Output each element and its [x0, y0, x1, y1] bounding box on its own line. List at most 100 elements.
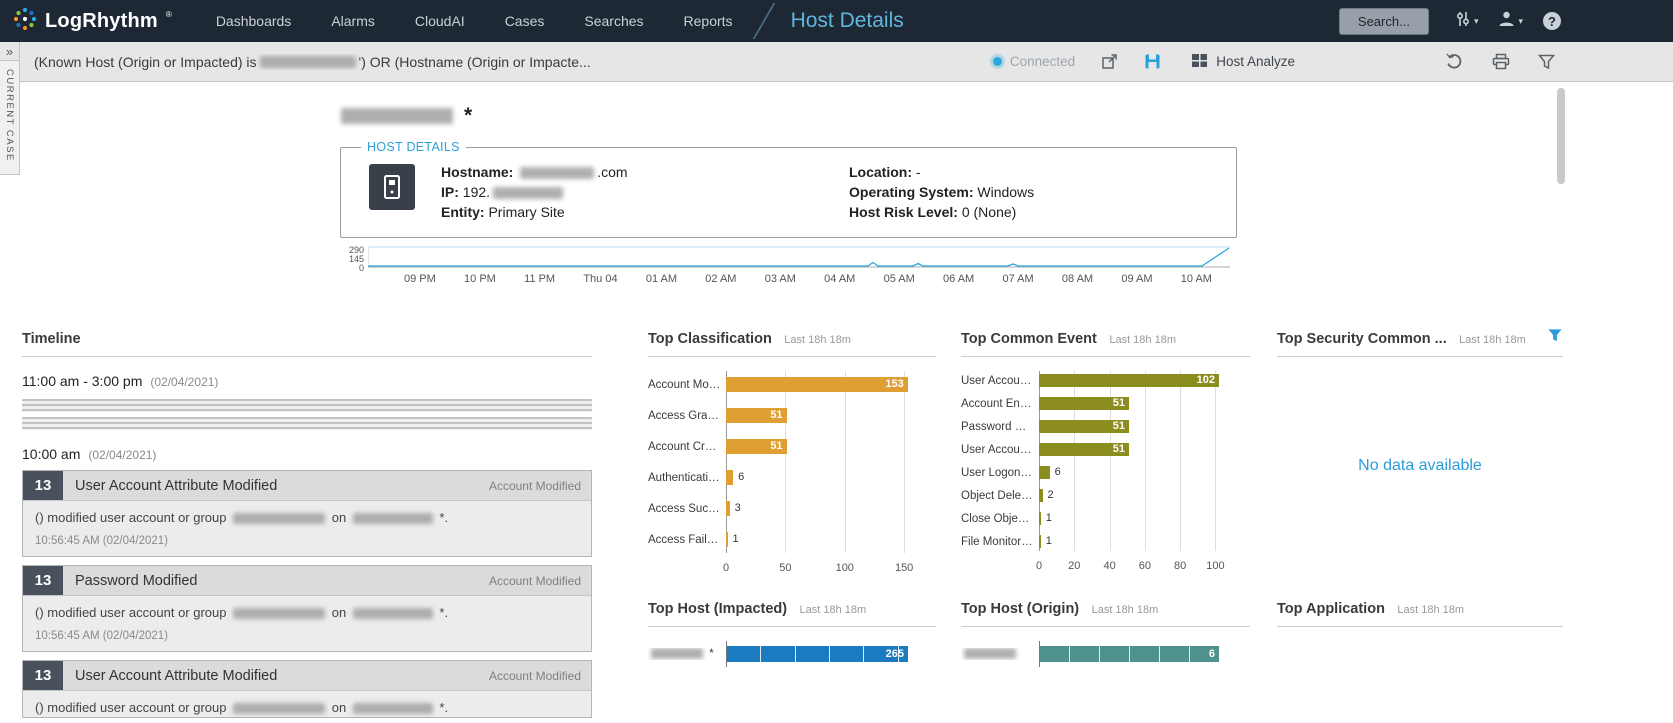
time-axis-label: 01 AM [646, 273, 677, 285]
timeline-event-card[interactable]: 13Password ModifiedAccount Modified() mo… [22, 565, 592, 652]
user-menu[interactable]: ▾ [1498, 10, 1523, 32]
bar-value: 2 [1048, 490, 1054, 501]
chart-bar[interactable] [726, 501, 730, 516]
logrhythm-logo[interactable]: LogRhythm ® [12, 6, 172, 37]
bar-value: 51 [1113, 398, 1129, 409]
nav-item-cases[interactable]: Cases [505, 13, 545, 29]
filter-sliders-icon [1455, 11, 1471, 32]
chart-bar[interactable] [726, 532, 728, 547]
redacted-text [233, 703, 325, 714]
chart-bar[interactable]: 153 [726, 377, 908, 392]
chart-category-label: Authentication ... [648, 472, 726, 484]
chart-bar[interactable]: 51 [726, 408, 787, 423]
bar-value: 1 [1046, 513, 1052, 524]
chart-row: Access Success3 [648, 493, 936, 524]
chart-bar[interactable]: 51 [1039, 420, 1129, 433]
chart-row: Password Modif...51 [961, 415, 1250, 438]
chart-bar[interactable] [1039, 489, 1043, 502]
search-filter-bar: (Known Host (Origin or Impacted) is ') O… [0, 42, 1673, 82]
time-axis-label: 06 AM [943, 273, 974, 285]
chart-row: Close Object Fai...1 [961, 507, 1250, 530]
chart-bar[interactable]: 51 [1039, 397, 1129, 410]
time-axis-label: 09 AM [1121, 273, 1152, 285]
chart-bar[interactable]: 51 [726, 439, 787, 454]
entity-field: Entity: Primary Site [441, 204, 849, 220]
panel-time-range: Last 18h 18m [1459, 334, 1526, 346]
host-analyze-icon [1191, 53, 1208, 71]
collapsed-events-stack[interactable] [22, 399, 592, 430]
timeline-event-card[interactable]: 13User Account Attribute ModifiedAccount… [22, 660, 592, 718]
save-search-icon[interactable] [1144, 53, 1161, 70]
bar-value: 6 [1055, 467, 1061, 478]
chart-row: Access Failure1 [648, 524, 936, 555]
redacted-text [341, 108, 453, 124]
help-icon[interactable]: ? [1543, 12, 1561, 30]
timeline-events-list: 13User Account Attribute ModifiedAccount… [22, 470, 592, 718]
timeline-event-card[interactable]: 13User Account Attribute ModifiedAccount… [22, 470, 592, 557]
host-details-box: HOST DETAILS Hostname: .com IP: 192. Ent… [340, 140, 1237, 238]
host-icon [369, 164, 415, 210]
time-axis-label: 10 AM [1181, 273, 1212, 285]
event-description: () modified user account or group on *. [23, 501, 591, 527]
axis-tick-label: 150 [895, 562, 913, 574]
event-classification: Account Modified [489, 669, 591, 683]
chart-category-label: Access Failure [648, 534, 726, 546]
chart-category-label: Account Modifi... [648, 379, 726, 391]
timeline-group-header[interactable]: 11:00 am - 3:00 pm (02/04/2021) [22, 373, 592, 389]
vertical-scrollbar[interactable] [1557, 88, 1565, 184]
event-count-badge: 13 [23, 566, 63, 595]
current-case-label: CURRENT CASE [4, 69, 15, 162]
sparkline-x-axis: 09 PM10 PM11 PMThu 0401 AM02 AM03 AM04 A… [368, 268, 1230, 285]
top-navigation-bar: LogRhythm ® Dashboards Alarms CloudAI Ca… [0, 0, 1673, 42]
undo-icon[interactable] [1445, 53, 1464, 70]
search-button[interactable]: Search... [1339, 8, 1429, 35]
nav-item-dashboards[interactable]: Dashboards [216, 13, 292, 29]
pop-out-icon[interactable] [1101, 53, 1118, 70]
redacted-text [353, 513, 433, 524]
nav-item-alarms[interactable]: Alarms [331, 13, 375, 29]
expand-panel-icon[interactable]: » [0, 42, 19, 61]
group-time: 10:00 am [22, 446, 80, 462]
time-axis-label: 05 AM [884, 273, 915, 285]
redacted-text [964, 648, 1016, 659]
panel-filter-funnel-icon[interactable] [1547, 328, 1563, 348]
panel-header: Top Common Event Last 18h 18m [961, 330, 1250, 357]
timeline-group-header[interactable]: 10:00 am (02/04/2021) [22, 446, 592, 462]
host-details-legend: HOST DETAILS [361, 140, 466, 154]
host-analyze-button[interactable]: Host Analyze [1191, 53, 1295, 71]
bar-value: 1 [1046, 536, 1052, 547]
chart-row: Access Granted51 [648, 400, 936, 431]
panel-title: Timeline [22, 331, 81, 347]
panel-time-range: Last 18h 18m [1109, 334, 1176, 346]
chart-category-label: User Account A... [961, 375, 1039, 387]
filter-query[interactable]: (Known Host (Origin or Impacted) is ') O… [34, 54, 591, 70]
risk-field: Host Risk Level: 0 (None) [849, 204, 1034, 220]
nav-item-reports[interactable]: Reports [684, 13, 733, 29]
redacted-text [353, 703, 433, 714]
chart-bar[interactable]: 102 [1039, 374, 1219, 387]
hostname-field: Hostname: .com [441, 164, 849, 180]
event-description: () modified user account or group on *. [23, 691, 591, 717]
panel-title: Top Common Event [961, 331, 1097, 347]
print-icon[interactable] [1492, 53, 1510, 70]
chart-bar[interactable] [1039, 512, 1041, 525]
panel-title: Top Host (Impacted) [648, 601, 787, 617]
filter-funnel-icon[interactable] [1538, 53, 1555, 70]
chart-bar[interactable] [726, 470, 733, 485]
chart-category-label: User Account C... [961, 444, 1039, 456]
collapsed-events-rows [22, 399, 592, 412]
bar-value: 51 [770, 441, 786, 452]
column-filter-menu[interactable]: ▾ [1455, 11, 1479, 32]
nav-item-cloudai[interactable]: CloudAI [415, 13, 465, 29]
chart-bar[interactable] [1039, 466, 1050, 479]
bar-value: 102 [1197, 375, 1219, 386]
chart-row: User Account A... 102 [961, 369, 1250, 392]
redacted-text [520, 167, 594, 179]
top-host-impacted-panel: Top Host (Impacted) Last 18h 18m *265 [648, 600, 936, 669]
event-classification: Account Modified [489, 479, 591, 493]
chart-bar[interactable] [1039, 535, 1041, 548]
axis-tick-label: 0 [723, 562, 729, 574]
nav-item-searches[interactable]: Searches [584, 13, 643, 29]
chart-bar[interactable]: 51 [1039, 443, 1129, 456]
current-case-tab[interactable]: » CURRENT CASE [0, 42, 20, 175]
